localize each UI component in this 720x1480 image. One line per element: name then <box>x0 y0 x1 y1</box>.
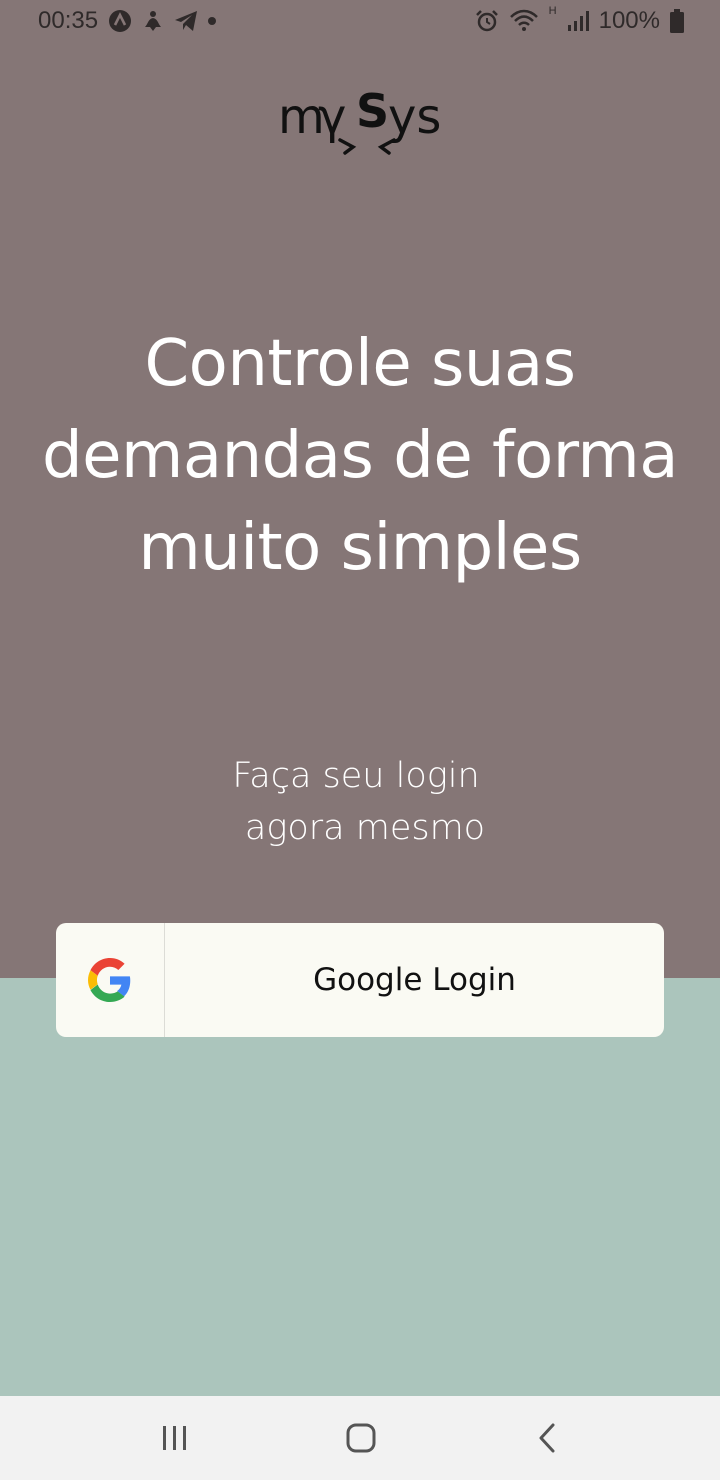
wifi-icon <box>509 9 539 33</box>
headline-line-2: demandas de forma <box>42 419 678 493</box>
bottom-background <box>0 978 720 1396</box>
app-notification-icon <box>108 9 132 33</box>
battery-percent: 100% <box>598 7 660 34</box>
status-time: 00:35 <box>38 7 99 34</box>
svg-text:ys: ys <box>388 89 441 145</box>
svg-text:γ: γ <box>318 89 346 145</box>
logo-mark: m γ S ys <box>278 84 441 155</box>
login-prompt-line-1: Faça seu login <box>232 756 480 796</box>
recent-apps-icon <box>163 1426 186 1450</box>
google-icon-box <box>56 923 165 1037</box>
login-prompt: Faça seu login agora mesmo <box>0 750 720 854</box>
recent-apps-button[interactable] <box>155 1418 195 1458</box>
headline-line-3: muito simples <box>138 511 582 585</box>
home-button[interactable] <box>341 1418 381 1458</box>
google-login-label: Google Login <box>313 962 516 998</box>
headline-line-1: Controle suas <box>144 327 576 401</box>
google-login-button[interactable]: Google Login <box>56 923 664 1037</box>
app-logo: m γ S ys <box>0 80 720 160</box>
notification-dot-icon <box>208 17 217 25</box>
headline: Controle suas demandas de forma muito si… <box>0 318 720 594</box>
signal-icon <box>567 10 589 32</box>
svg-text:S: S <box>356 84 389 138</box>
alarm-icon <box>475 9 499 33</box>
telegram-icon <box>174 10 198 32</box>
login-screen: 00:35 H 100% m γ S ys Controle suas dema… <box>0 0 720 1480</box>
google-icon <box>88 958 131 1002</box>
status-bar: 00:35 H 100% <box>0 0 720 44</box>
battery-icon <box>670 9 684 33</box>
login-prompt-line-2: agora mesmo <box>244 808 486 848</box>
network-type-badge: H <box>548 5 557 17</box>
back-icon <box>539 1423 555 1453</box>
back-button[interactable] <box>528 1418 568 1458</box>
meditation-icon <box>142 9 164 33</box>
home-icon <box>346 1423 376 1453</box>
navigation-bar <box>0 1396 720 1480</box>
